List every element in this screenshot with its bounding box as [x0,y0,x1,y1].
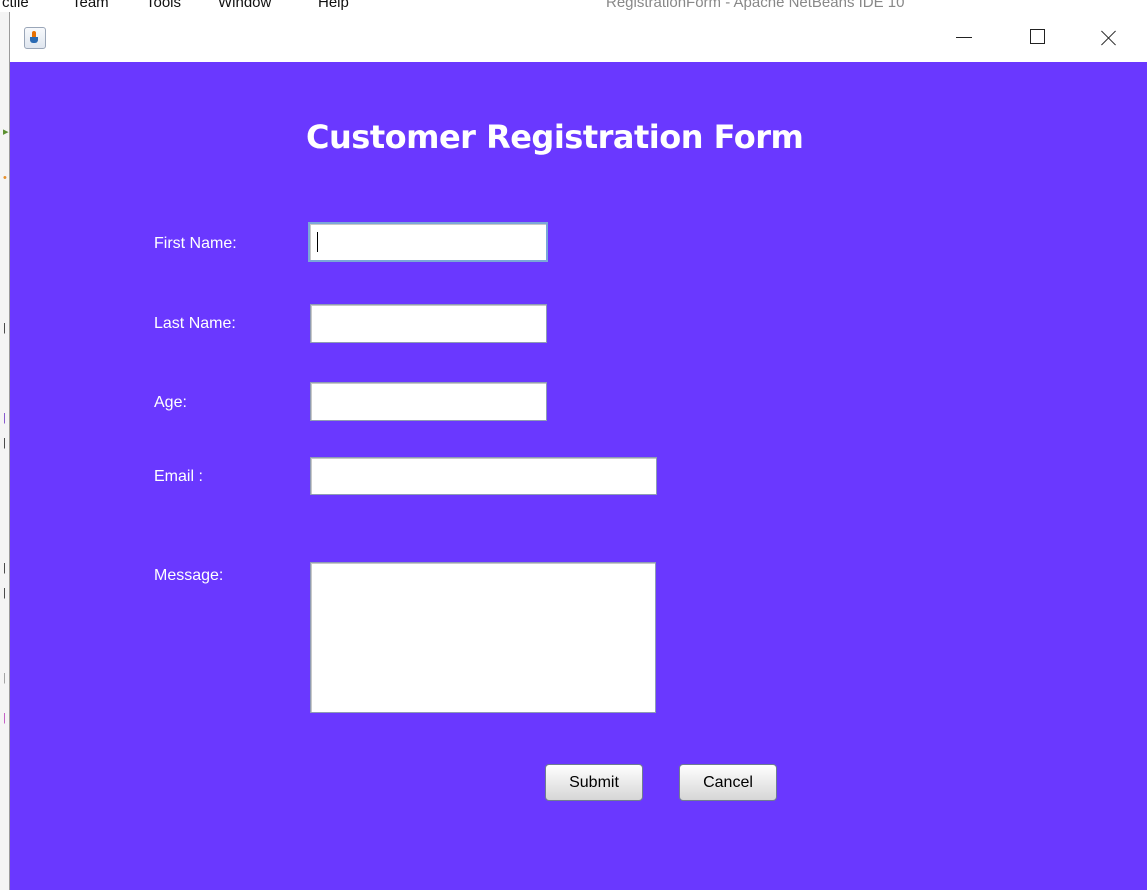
email-label: Email : [154,468,203,485]
minimize-button[interactable] [940,12,986,62]
ide-menu-item[interactable]: ctile [2,0,29,10]
minimize-icon [956,37,972,38]
maximize-button[interactable] [1013,12,1059,62]
registration-window: Customer Registration Form First Name: L… [10,12,1147,890]
ide-menubar: ctile Team Tools Window Help Registratio… [0,0,1147,12]
text-caret [317,232,318,252]
form-panel: Customer Registration Form First Name: L… [10,62,1147,890]
submit-button[interactable]: Submit [545,764,643,801]
message-textarea[interactable] [310,562,656,713]
maximize-icon [1030,29,1045,44]
cancel-button[interactable]: Cancel [679,764,777,801]
ide-menu-item[interactable]: Team [72,0,109,10]
last-name-field[interactable] [310,304,547,343]
ide-menu-item[interactable]: Window [218,0,271,10]
ide-menu-item[interactable]: Tools [146,0,181,10]
message-label: Message: [154,567,224,584]
first-name-label: First Name: [154,235,237,252]
last-name-label: Last Name: [154,315,236,332]
age-label: Age: [154,394,187,411]
window-titlebar[interactable] [10,12,1147,62]
form-title: Customer Registration Form [306,118,804,156]
first-name-field[interactable] [308,222,548,262]
email-field[interactable] [310,457,657,495]
close-button[interactable] [1085,12,1131,62]
ide-title: RegistrationForm - Apache NetBeans IDE 1… [606,0,905,11]
ide-menu-item[interactable]: Help [318,0,349,10]
age-field[interactable] [310,382,547,421]
java-cup-icon[interactable] [24,27,46,49]
